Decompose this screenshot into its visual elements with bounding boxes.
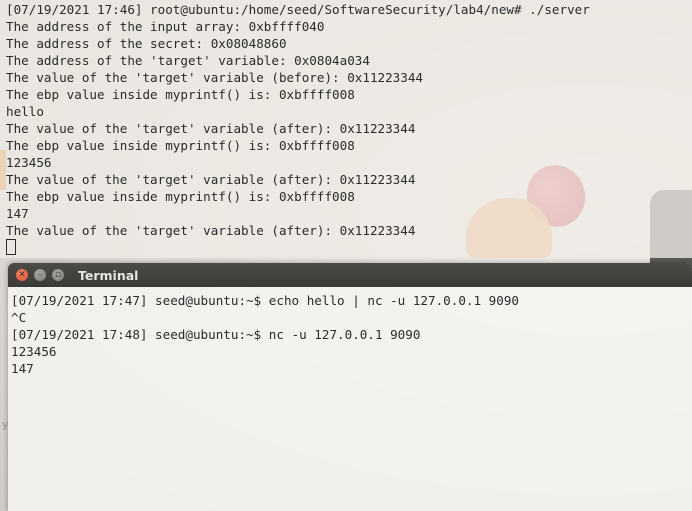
- terminal-title: Terminal: [78, 267, 139, 283]
- terminal-line: 147: [6, 206, 29, 221]
- minimize-icon[interactable]: –: [34, 269, 46, 281]
- desktop-edge-glyph: y: [2, 418, 9, 431]
- block-cursor-icon: [6, 239, 16, 255]
- terminal-line: [07/19/2021 17:46] root@ubuntu:/home/see…: [6, 2, 590, 17]
- terminal-line: [07/19/2021 17:47] seed@ubuntu:~$ echo h…: [11, 293, 519, 308]
- terminal-line: The ebp value inside myprintf() is: 0xbf…: [6, 138, 355, 153]
- terminal-line: The value of the 'target' variable (afte…: [6, 172, 416, 187]
- terminal-line: 147: [11, 361, 34, 376]
- terminal-cursor-line: [6, 239, 590, 257]
- client-terminal-output: [07/19/2021 17:47] seed@ubuntu:~$ echo h…: [11, 292, 519, 377]
- terminal-line: The ebp value inside myprintf() is: 0xbf…: [6, 189, 355, 204]
- client-terminal-window[interactable]: ✕ – ▫ Terminal [07/19/2021 17:47] seed@u…: [8, 263, 692, 511]
- terminal-line: 123456: [11, 344, 57, 359]
- terminal-line: The value of the 'target' variable (afte…: [6, 223, 416, 238]
- terminal-line: The address of the secret: 0x08048860: [6, 36, 287, 51]
- server-terminal-window[interactable]: [07/19/2021 17:46] root@ubuntu:/home/see…: [0, 0, 692, 258]
- terminal-line: The value of the 'target' variable (afte…: [6, 121, 416, 136]
- server-terminal-output: [07/19/2021 17:46] root@ubuntu:/home/see…: [6, 1, 590, 257]
- close-icon[interactable]: ✕: [16, 269, 28, 281]
- terminal-line: [07/19/2021 17:48] seed@ubuntu:~$ nc -u …: [11, 327, 421, 342]
- terminal-line: 123456: [6, 155, 52, 170]
- maximize-icon[interactable]: ▫: [52, 269, 64, 281]
- terminal-titlebar[interactable]: ✕ – ▫ Terminal: [8, 263, 692, 287]
- terminal-line: The ebp value inside myprintf() is: 0xbf…: [6, 87, 355, 102]
- terminal-line: ^C: [11, 310, 27, 325]
- terminal-line: The value of the 'target' variable (befo…: [6, 70, 424, 85]
- terminal-line: The address of the 'target' variable: 0x…: [6, 53, 370, 68]
- terminal-line: hello: [6, 104, 44, 119]
- terminal-line: The address of the input array: 0xbffff0…: [6, 19, 325, 34]
